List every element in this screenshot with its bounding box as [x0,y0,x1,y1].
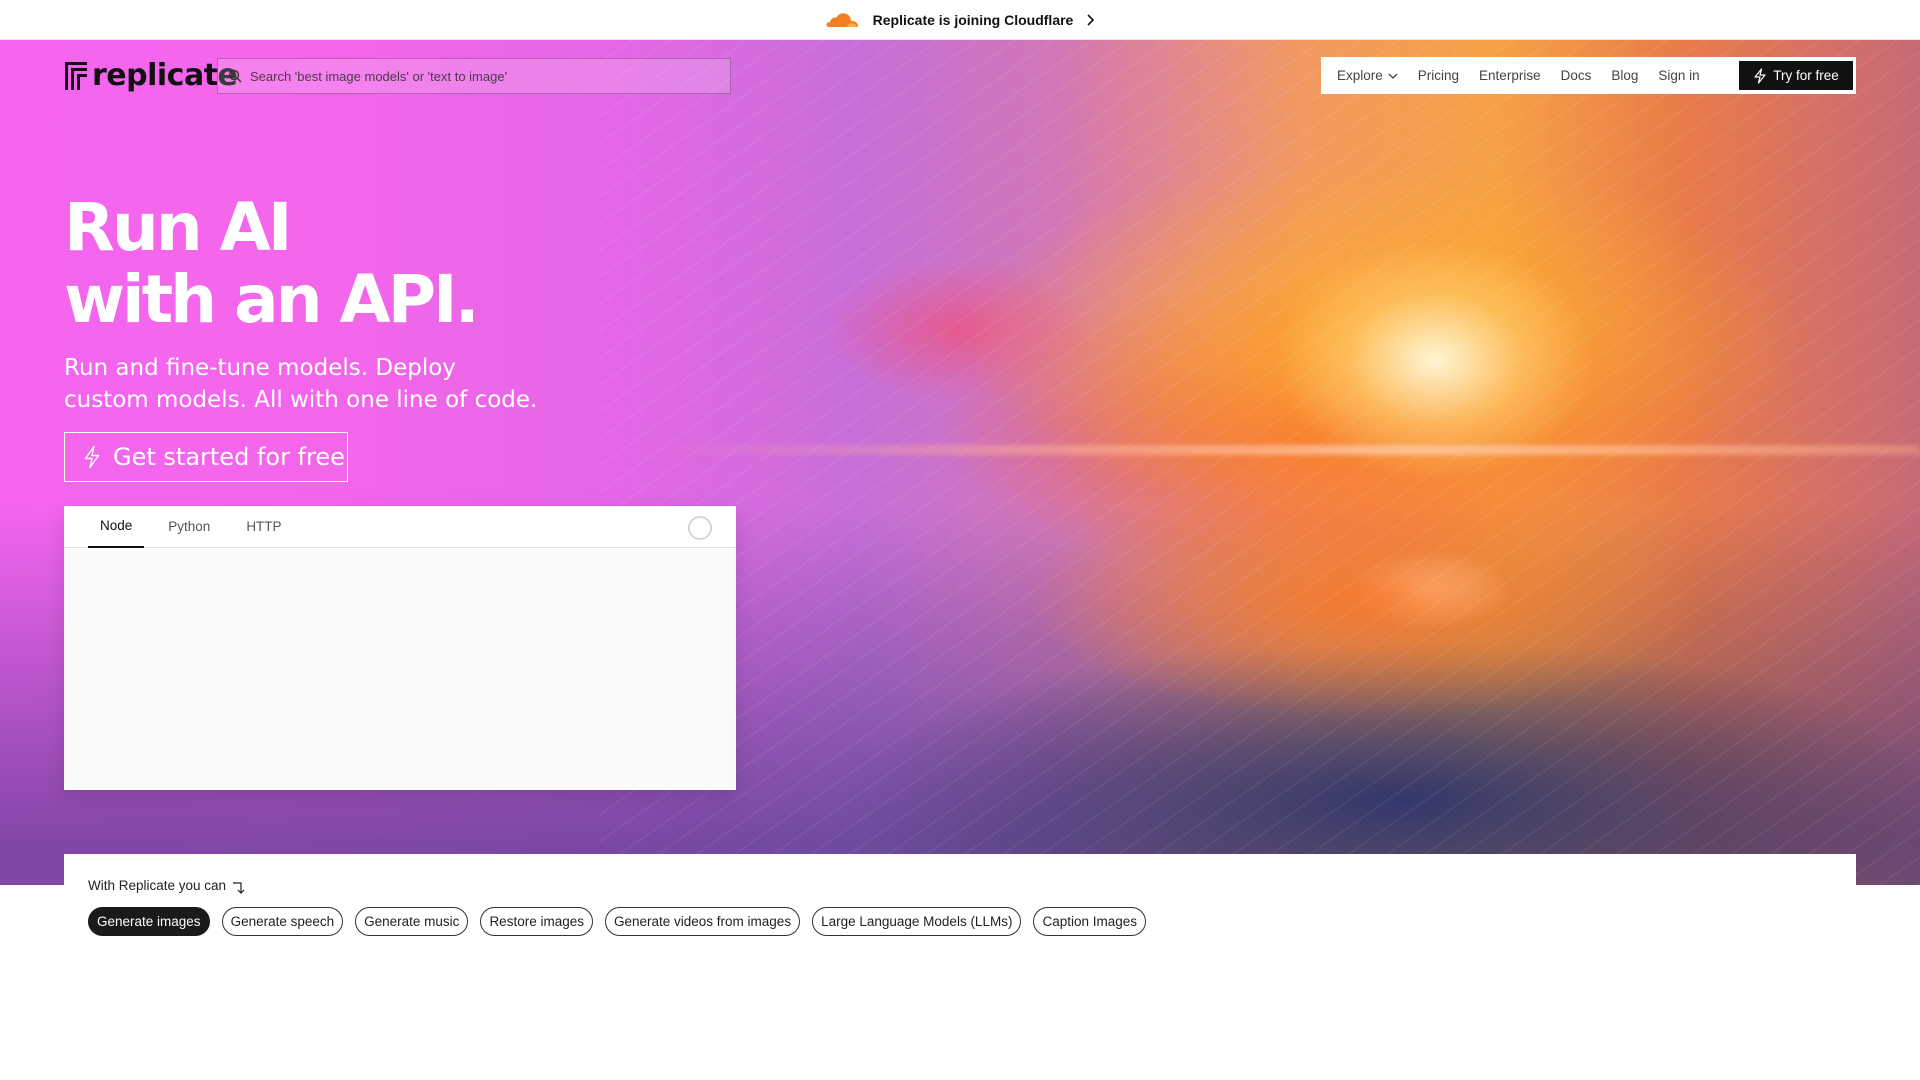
logo-wordmark: replicate [92,58,238,93]
headline-line-2: with an API. [64,261,480,338]
subhead-line-1: Run and fine-tune models. Deploy [64,355,456,381]
horizon-line [640,445,1920,455]
lightning-icon [84,445,100,469]
nav-explore-label: Explore [1337,68,1383,83]
code-example-panel: Node Python HTTP [64,506,736,790]
chevron-right-icon [1087,13,1095,26]
lightning-icon [1754,67,1766,84]
capabilities-intro-text: With Replicate you can [88,877,227,893]
code-tabs: Node Python HTTP [64,506,736,548]
nav-enterprise[interactable]: Enterprise [1479,68,1541,83]
capabilities-section: With Replicate you can Generate images G… [64,854,1856,1080]
cloudflare-logo-icon [826,12,858,27]
loading-spinner-icon [688,516,712,540]
search-bar[interactable] [217,58,731,94]
search-icon [228,69,242,83]
subhead-line-2: custom models. All with one line of code… [64,387,538,413]
capabilities-intro: With Replicate you can [88,875,246,895]
nav-sign-in[interactable]: Sign in [1658,68,1699,83]
tab-python[interactable]: Python [156,506,222,548]
nav-explore[interactable]: Explore [1337,68,1398,83]
brushstroke-texture [600,40,1920,885]
get-started-button[interactable]: Get started for free [64,432,348,482]
tab-http[interactable]: HTTP [234,506,293,548]
chip-generate-speech[interactable]: Generate speech [221,907,344,936]
arrow-down-right-icon [233,882,245,894]
chip-llms[interactable]: Large Language Models (LLMs) [812,907,1022,936]
chip-generate-videos[interactable]: Generate videos from images [604,907,801,936]
capability-chips: Generate images Generate speech Generate… [88,907,1158,936]
chip-generate-music[interactable]: Generate music [355,907,469,936]
announcement-banner[interactable]: Replicate is joining Cloudflare [0,0,1920,40]
nav-docs[interactable]: Docs [1561,68,1592,83]
try-for-free-label: Try for free [1773,68,1839,83]
chip-restore-images[interactable]: Restore images [480,907,593,936]
replicate-logo[interactable]: replicate [64,58,238,93]
hero-subhead: Run and fine-tune models. Deploy custom … [64,352,584,416]
search-input[interactable] [250,68,730,84]
chevron-down-icon [1388,73,1398,79]
top-nav: Explore Pricing Enterprise Docs Blog Sig… [1321,57,1856,94]
nav-blog[interactable]: Blog [1611,68,1638,83]
chip-generate-images[interactable]: Generate images [88,907,210,936]
hero-headline: Run AI with an API. [64,189,480,338]
get-started-label: Get started for free [113,443,345,471]
code-body [64,548,736,790]
announcement-text: Replicate is joining Cloudflare [872,11,1074,28]
chip-caption-images[interactable]: Caption Images [1033,907,1147,936]
headline-line-1: Run AI [64,189,292,266]
try-for-free-button[interactable]: Try for free [1739,61,1853,90]
nav-pricing[interactable]: Pricing [1418,68,1459,83]
replicate-mark-icon [65,61,87,90]
tab-node[interactable]: Node [88,506,145,548]
